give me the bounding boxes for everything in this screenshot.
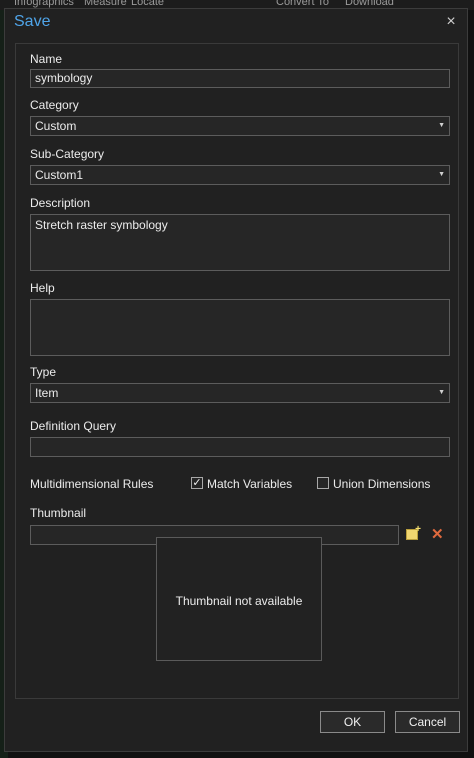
union-dimensions-label[interactable]: Union Dimensions (333, 477, 430, 491)
subcategory-label: Sub-Category (30, 147, 105, 161)
thumbnail-preview: Thumbnail not available (156, 537, 322, 661)
description-value: Stretch raster symbology (35, 218, 168, 232)
chevron-down-icon: ▼ (438, 122, 445, 129)
type-label: Type (30, 365, 57, 379)
multidimensional-rules-label: Multidimensional Rules (30, 477, 154, 491)
name-label: Name (30, 52, 63, 66)
cancel-button[interactable]: Cancel (395, 711, 460, 733)
ribbon-item-infographics[interactable]: Infographics (14, 0, 74, 8)
definition-query-label: Definition Query (30, 419, 117, 433)
match-variables-label[interactable]: Match Variables (207, 477, 292, 491)
help-textarea[interactable] (30, 299, 450, 356)
category-select[interactable]: Custom ▼ (30, 116, 450, 136)
thumbnail-label: Thumbnail (30, 506, 87, 520)
ok-button[interactable]: OK (320, 711, 385, 733)
union-dimensions-checkbox[interactable] (317, 477, 329, 489)
thumbnail-placeholder-text: Thumbnail not available (175, 594, 303, 608)
help-label: Help (30, 281, 55, 295)
subcategory-value: Custom1 (35, 168, 84, 182)
dialog-content: Name symbology Category Custom ▼ Sub-Cat… (15, 43, 459, 699)
category-label: Category (30, 98, 79, 112)
chevron-down-icon: ▼ (438, 389, 445, 396)
type-select[interactable]: Item ▼ (30, 383, 450, 403)
description-label: Description (30, 196, 91, 210)
subcategory-select[interactable]: Custom1 ▼ (30, 165, 450, 185)
category-value: Custom (35, 119, 77, 133)
name-field[interactable]: symbology (30, 69, 450, 88)
name-value: symbology (35, 71, 93, 85)
ribbon-item-measure[interactable]: Measure (84, 0, 127, 8)
add-image-icon[interactable]: + (406, 524, 421, 540)
save-dialog: Save × Name symbology Category Custom ▼ … (4, 8, 468, 752)
checkmark-icon: ✓ (192, 477, 202, 489)
definition-query-field[interactable] (30, 437, 450, 457)
close-button[interactable]: × (441, 12, 461, 32)
ribbon-item-convert-to[interactable]: Convert To (276, 0, 329, 8)
ribbon-item-locate[interactable]: Locate (131, 0, 164, 8)
clear-x-icon[interactable]: ✕ (431, 525, 444, 543)
ribbon-item-download[interactable]: Download (345, 0, 394, 8)
description-textarea[interactable]: Stretch raster symbology (30, 214, 450, 271)
dialog-title: Save (14, 13, 51, 30)
type-value: Item (35, 386, 59, 400)
chevron-down-icon: ▼ (438, 171, 445, 178)
dialog-titlebar[interactable]: Save × (5, 9, 467, 39)
match-variables-checkbox[interactable]: ✓ (191, 477, 203, 489)
